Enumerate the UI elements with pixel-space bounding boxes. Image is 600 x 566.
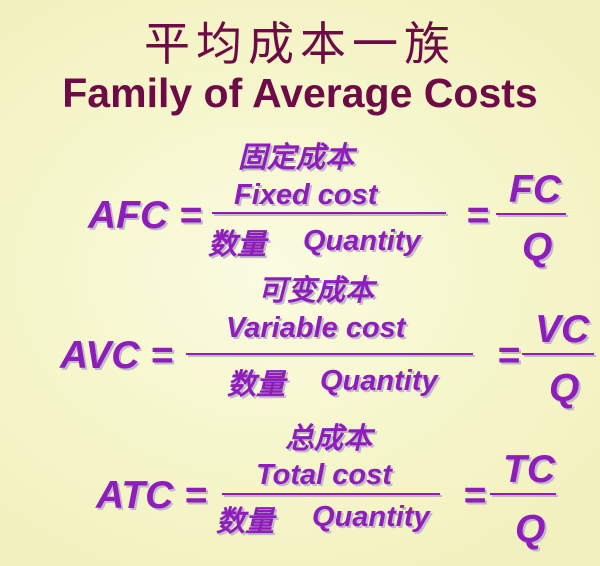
afc-short-denominator: Q <box>522 226 553 269</box>
avc-denominator-chinese: 数量 <box>227 367 286 401</box>
atc-fraction-bar <box>222 493 440 495</box>
afc-fraction-bar <box>212 212 446 214</box>
afc-denominator-chinese: 数量 <box>208 227 267 261</box>
atc-numerator-chinese: 总成本 <box>285 421 373 455</box>
afc-denominator-english: Quantity <box>303 225 421 257</box>
atc-denominator-english: Quantity <box>312 501 430 533</box>
atc-short-numerator: TC <box>503 448 555 491</box>
atc-denominator-chinese: 数量 <box>216 504 275 538</box>
afc-numerator-english: Fixed cost <box>234 179 378 211</box>
atc-numerator-english: Total cost <box>256 459 392 491</box>
avc-denominator-english: Quantity <box>320 365 438 397</box>
avc-equals: = <box>497 334 520 377</box>
afc-numerator-chinese: 固定成本 <box>238 140 355 174</box>
avc-short-numerator: VC <box>535 308 590 351</box>
afc-short-fraction-bar <box>496 213 566 215</box>
afc-equals: = <box>466 194 489 237</box>
title-chinese: 平均成本一族 <box>144 17 456 71</box>
title-english: Family of Average Costs <box>62 70 538 116</box>
avc-short-denominator: Q <box>549 367 580 410</box>
avc-numerator-english: Variable cost <box>226 312 406 344</box>
atc-equals: = <box>463 474 486 517</box>
avc-label: AVC = <box>60 334 174 377</box>
atc-label: ATC = <box>96 474 207 517</box>
avc-fraction-bar <box>186 353 473 355</box>
avc-numerator-chinese: 可变成本 <box>258 273 375 307</box>
avc-short-fraction-bar <box>522 353 594 355</box>
afc-short-numerator: FC <box>509 168 561 211</box>
afc-label: AFC = <box>88 194 202 237</box>
atc-short-fraction-bar <box>490 493 556 495</box>
atc-short-denominator: Q <box>515 508 546 551</box>
